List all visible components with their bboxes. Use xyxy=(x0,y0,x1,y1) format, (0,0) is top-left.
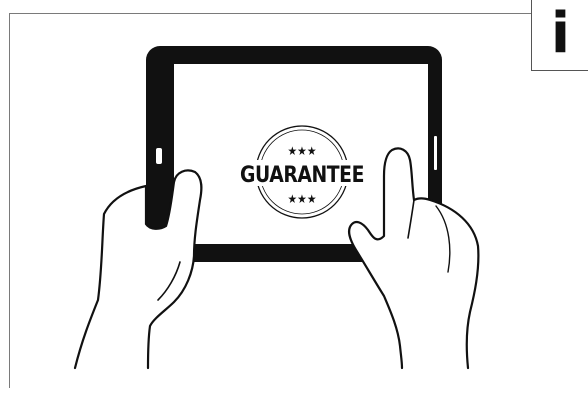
illustration-stage: i ★★★ GUARANTEE ★★★ xyxy=(0,0,588,393)
seal-bottom-stars: ★★★ xyxy=(287,192,316,206)
seal-top-stars: ★★★ xyxy=(287,144,316,158)
tablet-hands-illustration: ★★★ GUARANTEE ★★★ xyxy=(73,46,480,370)
seal-text: GUARANTEE xyxy=(240,163,364,188)
side-button xyxy=(434,136,437,170)
left-hand xyxy=(73,169,203,370)
home-button xyxy=(156,148,162,164)
